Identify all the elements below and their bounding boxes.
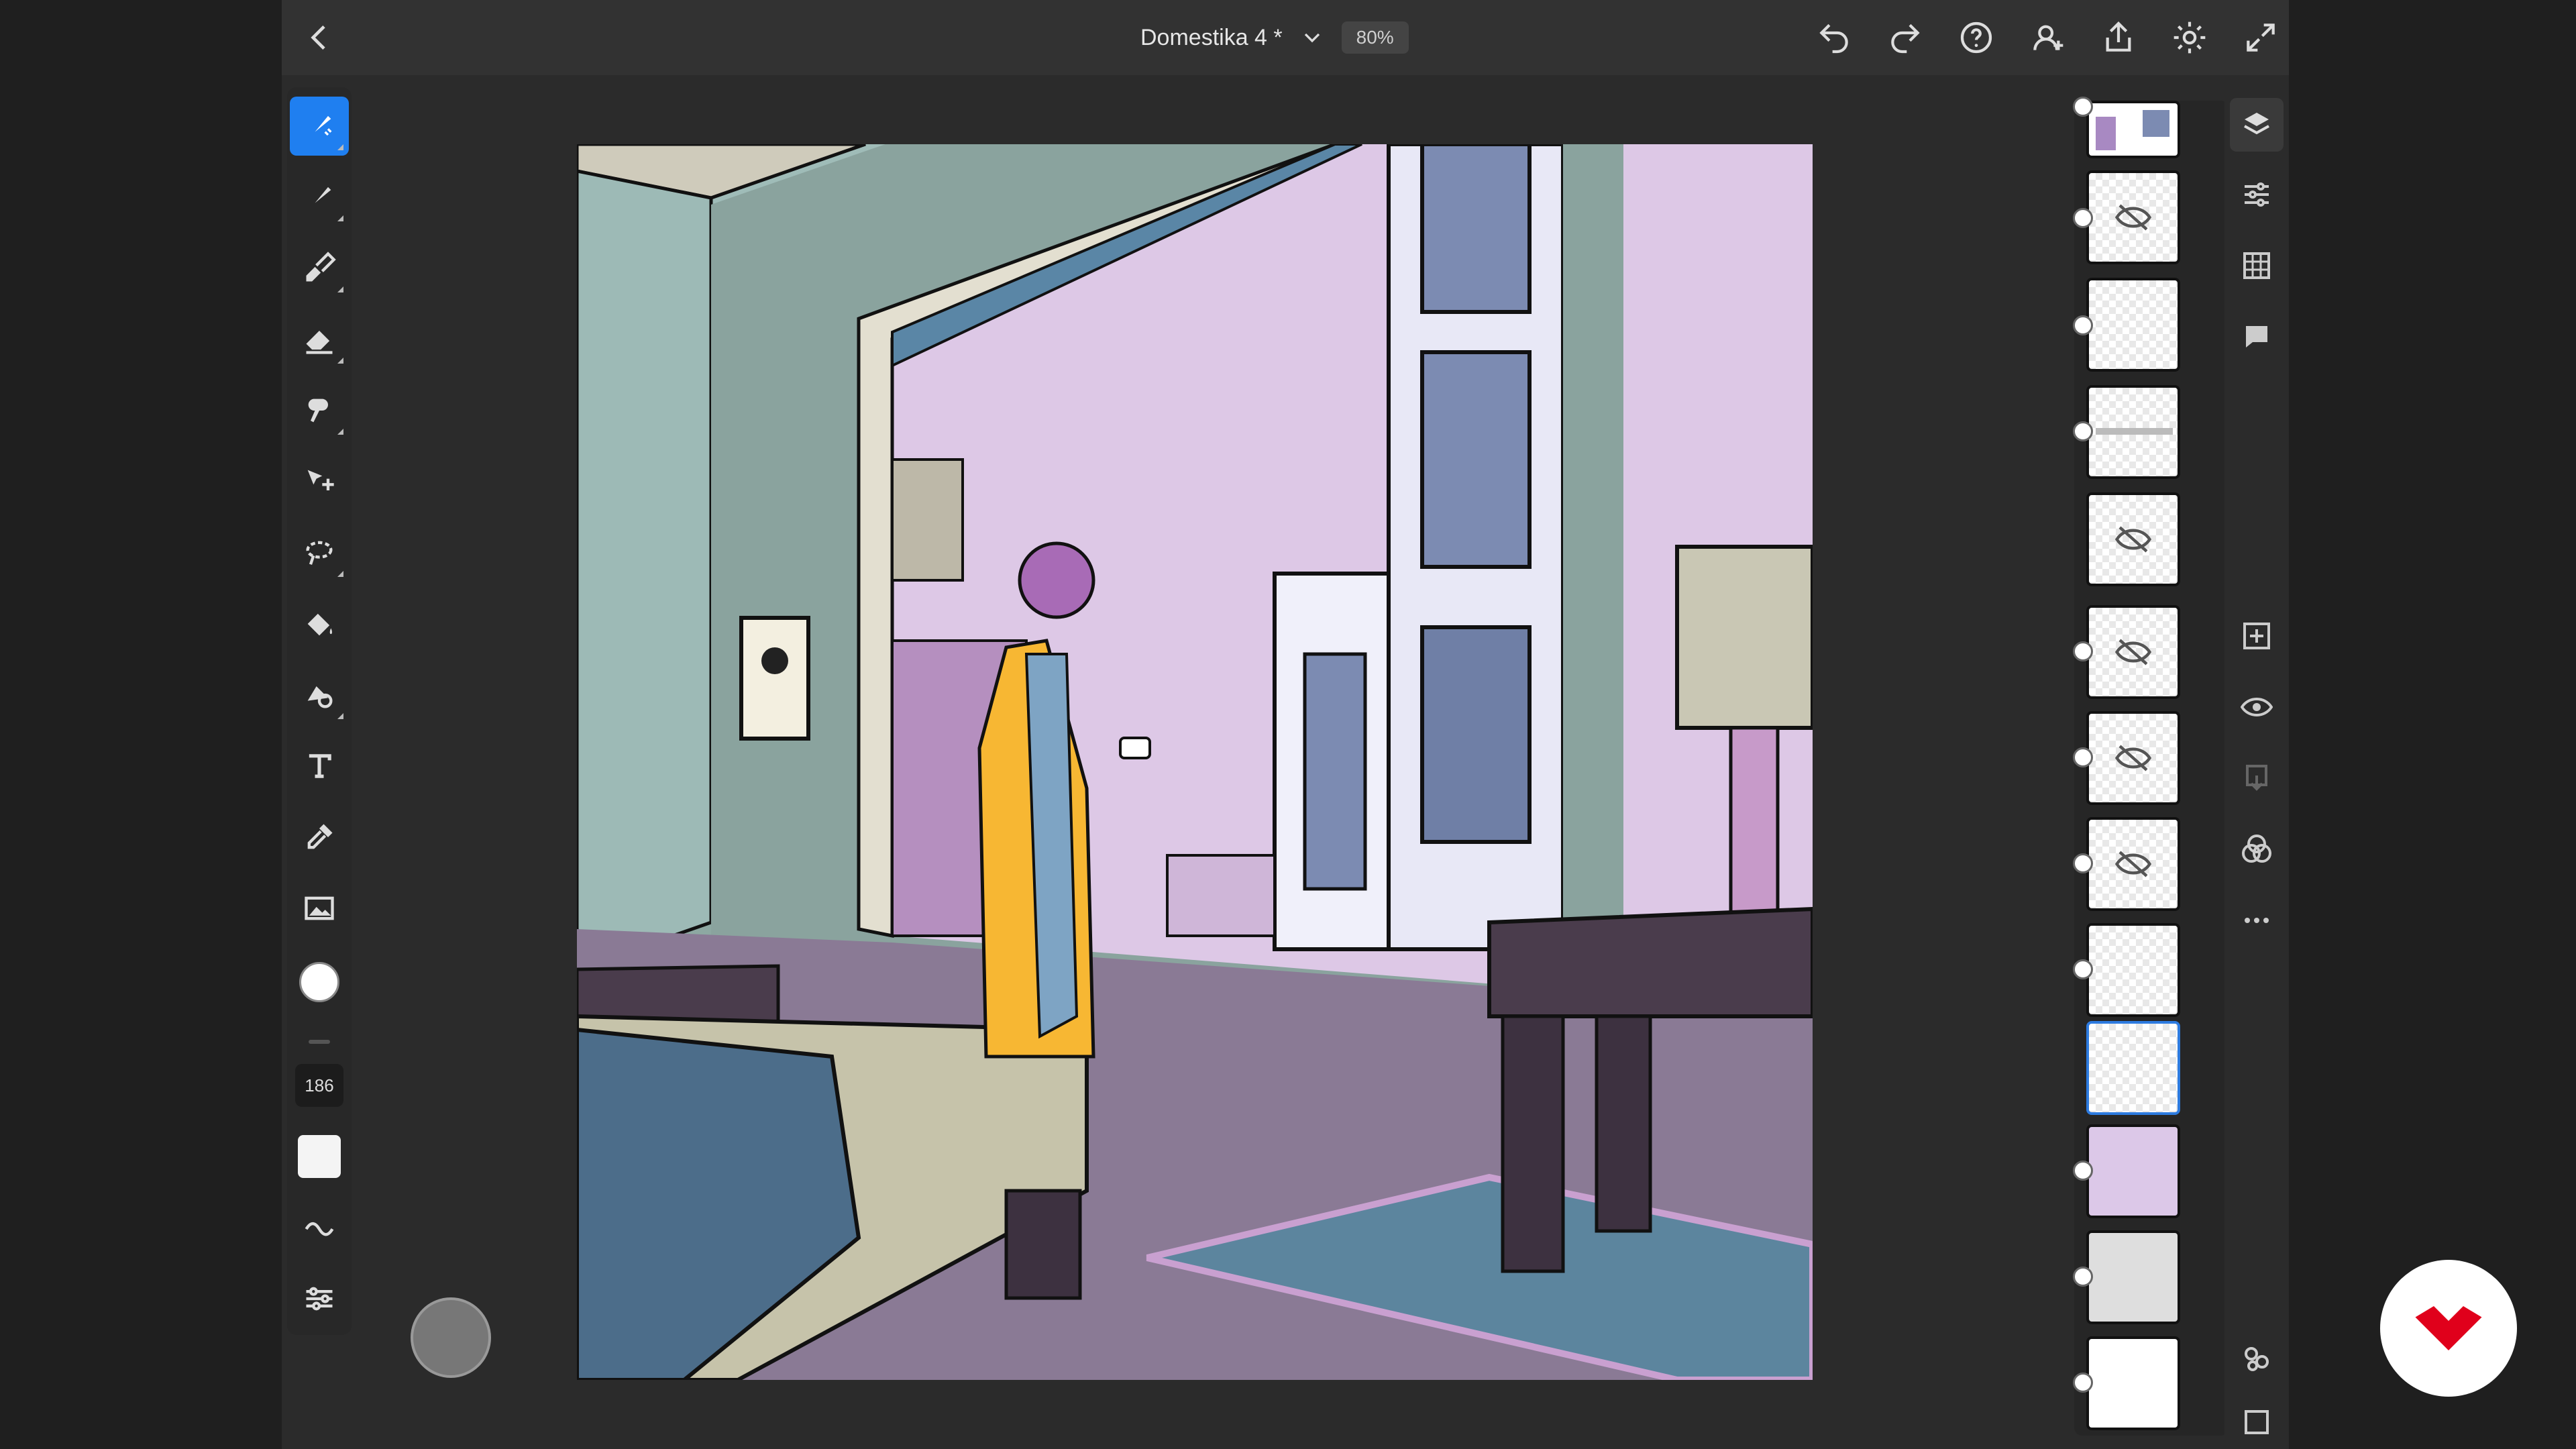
layer-preview xyxy=(2143,110,2169,137)
layer-dot xyxy=(2073,208,2093,228)
paint-bucket-icon xyxy=(307,613,332,636)
back-icon[interactable] xyxy=(295,13,343,62)
background-layer-thumbnail[interactable] xyxy=(2086,1336,2180,1430)
watermark-logo xyxy=(2380,1260,2517,1397)
vector-brush-icon xyxy=(306,252,336,282)
add-layer-icon[interactable] xyxy=(2230,609,2284,663)
document-title-area: Domestika 4 * 80% xyxy=(1140,17,1409,58)
layer-thumbnail[interactable] xyxy=(2086,817,2180,911)
brush-opacity[interactable] xyxy=(290,1127,349,1186)
sliders-icon xyxy=(306,1287,333,1311)
live-brush-icon xyxy=(307,115,332,138)
opacity-swatch xyxy=(298,1135,341,1178)
grid-icon[interactable] xyxy=(2230,239,2284,292)
layer-thumbnail[interactable] xyxy=(2086,605,2180,699)
type-tool[interactable] xyxy=(290,737,349,796)
brush-flow[interactable] xyxy=(290,1198,349,1257)
layer-thumbnail[interactable] xyxy=(2086,1230,2180,1324)
blend-icon[interactable] xyxy=(2230,822,2284,876)
pixel-brush-tool[interactable] xyxy=(290,168,349,227)
smudge-icon xyxy=(308,398,328,423)
layer-dot xyxy=(2073,747,2093,767)
layer-preview xyxy=(2096,117,2116,150)
visibility-icon[interactable] xyxy=(2230,680,2284,734)
lasso-icon xyxy=(306,541,333,566)
fill-tool[interactable] xyxy=(290,594,349,653)
layer-thumbnail[interactable] xyxy=(2086,385,2180,479)
artwork-canvas[interactable] xyxy=(577,144,1813,1380)
layer-properties-icon[interactable] xyxy=(2230,168,2284,221)
merge-down-icon[interactable] xyxy=(2230,751,2284,805)
invite-icon[interactable] xyxy=(2023,13,2072,62)
current-color-swatch xyxy=(299,962,339,1002)
layer-thumbnail[interactable] xyxy=(2086,278,2180,372)
tool-panel: 186 xyxy=(287,87,352,1335)
toolbar-divider xyxy=(309,1040,330,1044)
eraser-tool[interactable] xyxy=(290,310,349,369)
layer-thumbnail[interactable] xyxy=(2086,711,2180,805)
color-picker[interactable] xyxy=(290,953,349,1012)
help-icon[interactable] xyxy=(1952,13,2000,62)
type-icon xyxy=(309,754,331,778)
pixel-brush-icon xyxy=(307,186,331,209)
redo-icon[interactable] xyxy=(1881,13,1929,62)
layer-dot xyxy=(2073,97,2093,117)
layer-dot xyxy=(2073,421,2093,441)
hidden-layer-icon xyxy=(2115,204,2151,231)
liquify-tool[interactable] xyxy=(290,665,349,724)
layer-thumbnail[interactable] xyxy=(2086,1124,2180,1218)
live-brush-tool[interactable] xyxy=(290,97,349,156)
eyedropper-tool[interactable] xyxy=(290,808,349,867)
comments-icon[interactable] xyxy=(2230,310,2284,364)
right-icon-bar xyxy=(2224,87,2289,1449)
layer-thumbnail[interactable] xyxy=(2086,923,2180,1017)
liquify-icon xyxy=(307,686,333,708)
brush-size[interactable]: 186 xyxy=(295,1064,343,1107)
vector-brush-tool[interactable] xyxy=(290,239,349,298)
eraser-icon xyxy=(306,331,333,354)
hidden-layer-icon xyxy=(2115,745,2151,771)
more-icon[interactable] xyxy=(2230,894,2284,947)
layer-dot xyxy=(2073,853,2093,873)
selected-layer-thumbnail[interactable] xyxy=(2086,1021,2180,1115)
hidden-layer-icon xyxy=(2115,851,2151,877)
layer-dot xyxy=(2073,1267,2093,1287)
chevron-down-icon[interactable] xyxy=(1299,24,1326,51)
layers-panel xyxy=(2073,97,2229,1436)
layer-thumbnail[interactable] xyxy=(2086,492,2180,586)
image-tool[interactable] xyxy=(290,879,349,938)
image-icon xyxy=(305,896,334,920)
touch-shortcut-button[interactable] xyxy=(411,1297,491,1378)
selection-tool[interactable] xyxy=(290,523,349,582)
logo-mark-icon xyxy=(2415,1306,2482,1350)
transform-icon xyxy=(307,470,334,490)
layer-preview xyxy=(2096,428,2173,435)
brush-settings[interactable] xyxy=(290,1269,349,1328)
undo-icon[interactable] xyxy=(1810,13,1858,62)
hidden-layer-icon xyxy=(2115,526,2151,553)
zoom-level[interactable]: 80% xyxy=(1341,21,1409,54)
flow-icon xyxy=(305,1222,334,1236)
mask-icon[interactable] xyxy=(2230,1395,2284,1449)
group-icon[interactable] xyxy=(2230,1332,2284,1386)
layer-dot xyxy=(2073,641,2093,661)
document-title[interactable]: Domestika 4 * xyxy=(1140,25,1283,51)
layer-dot xyxy=(2073,1373,2093,1393)
fullscreen-icon[interactable] xyxy=(2237,13,2285,62)
top-bar: Domestika 4 * 80% xyxy=(282,0,2289,75)
eyedropper-icon xyxy=(307,824,333,849)
smudge-tool[interactable] xyxy=(290,381,349,440)
share-icon[interactable] xyxy=(2094,13,2143,62)
transform-tool[interactable] xyxy=(290,452,349,511)
settings-icon[interactable] xyxy=(2165,13,2214,62)
hidden-layer-icon xyxy=(2115,639,2151,665)
layer-dot xyxy=(2073,1161,2093,1181)
layer-dot xyxy=(2073,959,2093,979)
layer-thumbnail[interactable] xyxy=(2086,170,2180,264)
layers-icon[interactable] xyxy=(2230,98,2284,152)
layer-thumbnail[interactable] xyxy=(2086,101,2180,158)
layer-dot xyxy=(2073,315,2093,335)
